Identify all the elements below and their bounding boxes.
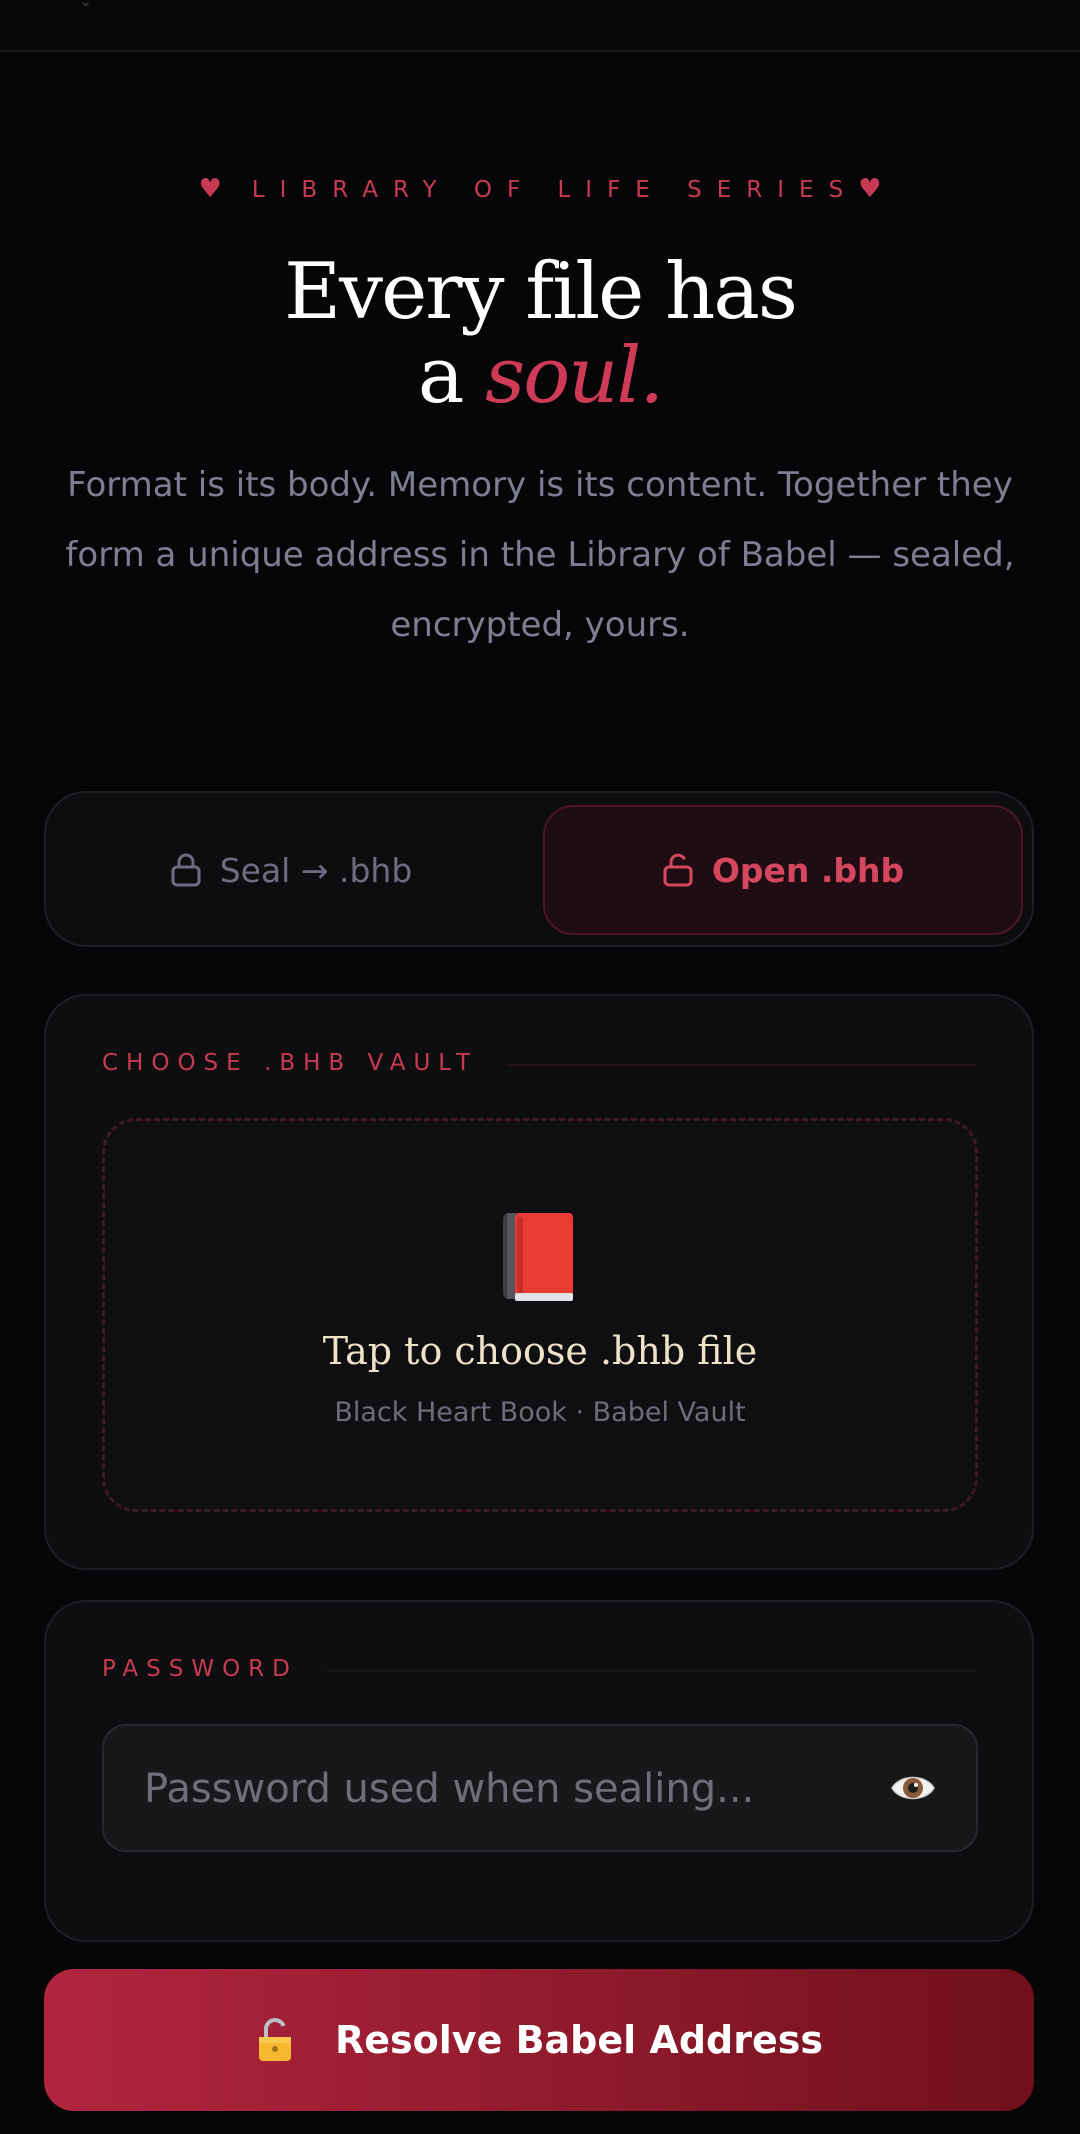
title-accent: soul. xyxy=(485,331,664,421)
unlock-icon xyxy=(663,853,693,887)
series-eyebrow: ♥ LIBRARY OF LIFE SERIES♥ xyxy=(0,171,1080,208)
top-bar: ⌄ xyxy=(0,0,1080,52)
intro-paragraph: Format is its body. Memory is its conten… xyxy=(65,465,1015,645)
eyebrow-text: LIBRARY OF LIFE SERIES xyxy=(251,177,859,203)
vault-section-label: CHOOSE .BHB VAULT xyxy=(102,1050,479,1076)
password-field xyxy=(102,1724,978,1852)
title-line-2: a soul. xyxy=(0,334,1080,418)
open-mode-button[interactable]: Open .bhb xyxy=(543,805,1023,935)
chevron-down-icon[interactable]: ⌄ xyxy=(80,0,92,10)
eye-icon[interactable] xyxy=(890,1770,936,1806)
seal-mode-button[interactable]: Seal → .bhb xyxy=(58,805,524,935)
password-input[interactable] xyxy=(142,1726,846,1852)
title-prefix: a xyxy=(417,331,464,421)
page-title: Every file has a soul. xyxy=(0,250,1080,418)
password-section-label: PASSWORD xyxy=(102,1656,298,1682)
divider xyxy=(326,1670,976,1672)
open-mode-label: Open .bhb xyxy=(711,850,905,890)
vault-card: CHOOSE .BHB VAULT Tap to choose .bhb fil… xyxy=(44,994,1034,1570)
picker-title: Tap to choose .bhb file xyxy=(322,1329,758,1373)
divider xyxy=(506,1064,976,1066)
heart-icon: ♥ xyxy=(198,174,222,204)
password-card: PASSWORD xyxy=(44,1600,1034,1942)
heart-icon: ♥ xyxy=(858,174,882,204)
picker-subtitle: Black Heart Book · Babel Vault xyxy=(334,1397,746,1428)
unlock-icon xyxy=(259,2017,292,2061)
vault-file-picker[interactable]: Tap to choose .bhb file Black Heart Book… xyxy=(102,1118,978,1512)
lock-icon xyxy=(171,853,201,887)
mode-switch: Seal → .bhb Open .bhb xyxy=(44,791,1034,947)
resolve-label: Resolve Babel Address xyxy=(335,2018,823,2062)
resolve-address-button[interactable]: Resolve Babel Address xyxy=(44,1969,1034,2111)
title-line-1: Every file has xyxy=(284,247,798,337)
seal-mode-label: Seal → .bhb xyxy=(219,850,413,890)
book-icon xyxy=(503,1213,573,1301)
